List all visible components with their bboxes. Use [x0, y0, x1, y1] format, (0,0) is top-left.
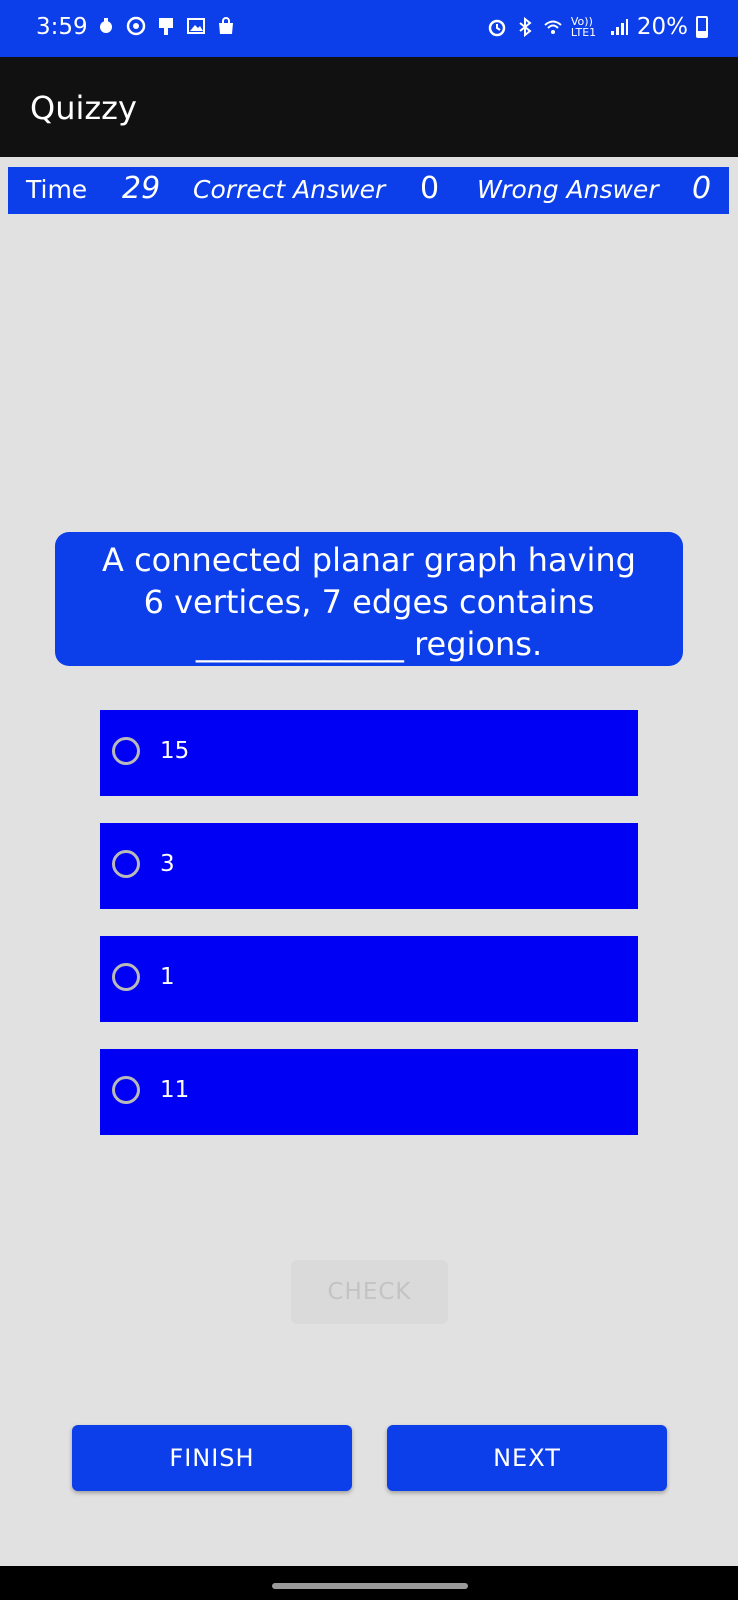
wrong-answer-label: Wrong Answer	[477, 175, 659, 204]
app-title: Quizzy	[30, 89, 137, 127]
alarm-icon	[488, 19, 506, 37]
signal-icon	[610, 19, 628, 35]
correct-answer-label: Correct Answer	[193, 175, 386, 204]
option-4[interactable]: 11	[100, 1049, 638, 1135]
wifi-icon	[544, 20, 562, 34]
option-2[interactable]: 3	[100, 823, 638, 909]
time-value: 29	[122, 171, 161, 206]
radio-button[interactable]	[112, 963, 140, 991]
battery-percent: 20%	[636, 14, 688, 40]
app-notification-icon	[126, 16, 146, 36]
battery-icon	[696, 16, 708, 38]
game-icon	[100, 18, 112, 33]
question-card: A connected planar graph having 6 vertic…	[55, 532, 683, 666]
option-label: 11	[160, 1077, 190, 1103]
option-label: 1	[160, 964, 175, 990]
wrong-answer-value: 0	[692, 171, 712, 206]
score-bar: Time 29 Correct Answer 0 Wrong Answer 0	[8, 167, 729, 214]
notification-icons	[96, 16, 236, 36]
system-icons: Vo)) LTE1 20%	[487, 14, 708, 40]
bluetooth-icon	[519, 17, 532, 37]
correct-answer-value: 0	[420, 171, 440, 206]
home-gesture-bar[interactable]	[272, 1583, 468, 1589]
question-line-3: _____________ regions.	[195, 625, 543, 663]
option-3[interactable]: 1	[100, 936, 638, 1022]
radio-button[interactable]	[112, 850, 140, 878]
status-bar: 3:59 Vo)) LTE1 20%	[0, 0, 738, 57]
check-button[interactable]: CHECK	[291, 1260, 448, 1324]
app-bar: Quizzy	[0, 57, 738, 157]
option-label: 15	[160, 738, 190, 764]
radio-button[interactable]	[112, 737, 140, 765]
shopping-bag-icon	[219, 17, 233, 34]
finish-button[interactable]: FINISH	[72, 1425, 352, 1491]
next-button[interactable]: NEXT	[387, 1425, 667, 1491]
radio-button[interactable]	[112, 1076, 140, 1104]
status-time: 3:59	[36, 14, 88, 40]
option-1[interactable]: 15	[100, 710, 638, 796]
question-line-1: A connected planar graph having	[102, 541, 636, 579]
gallery-icon	[187, 18, 205, 34]
option-label: 3	[160, 851, 175, 877]
question-line-2: 6 vertices, 7 edges contains	[143, 583, 595, 621]
pin-icon	[159, 18, 173, 35]
navigation-bar	[0, 1566, 738, 1600]
time-label: Time	[26, 175, 88, 204]
network-type-label: Vo)) LTE1	[570, 15, 597, 39]
